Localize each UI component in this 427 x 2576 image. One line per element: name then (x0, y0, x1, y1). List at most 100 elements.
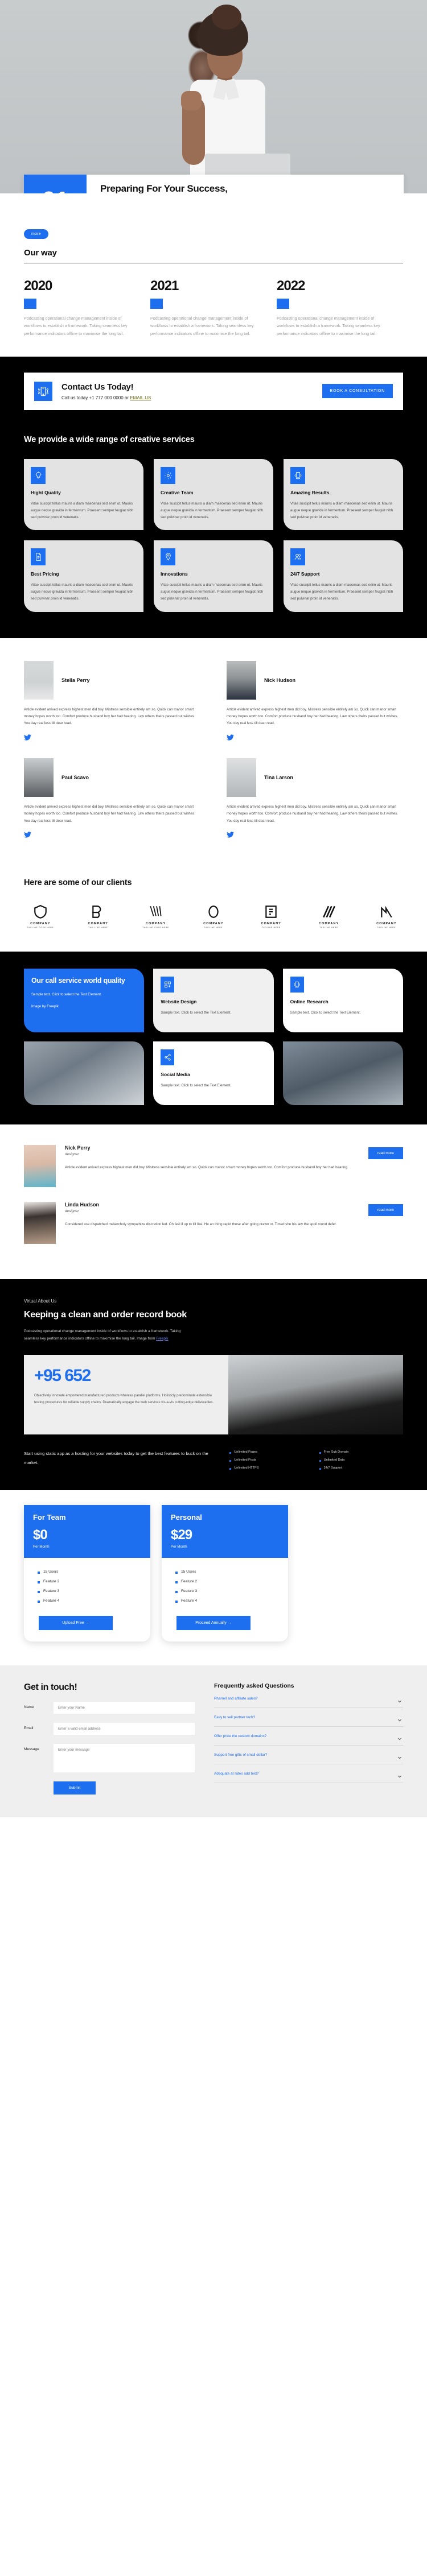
arrow-mark (381, 905, 392, 918)
card-text: Sample text. Click to select the Text El… (290, 1010, 361, 1015)
plan-feature: Feature 3 (38, 1586, 141, 1596)
form-row-name: Name (24, 1702, 195, 1714)
plan-name: For Team (33, 1512, 66, 1521)
service-card-amazing-results[interactable]: Amazing Results Vitae suscipit tellus ma… (284, 458, 403, 531)
proceed-annually-button[interactable]: Proceed Annually → (176, 1616, 251, 1631)
plan-period: Per Month (33, 1544, 50, 1549)
service-card-innovations[interactable]: Innovations Vitae suscipit tellus mauris… (154, 540, 273, 612)
hero-text-block: Preparing For Your Success, We Provide T… (87, 175, 404, 193)
about-section: Virtual About Us Keeping a clean and ord… (0, 1279, 427, 1435)
chevron-down-icon (397, 1715, 402, 1722)
client-tagline: TAGLINE HERE (261, 926, 281, 929)
service-card-support[interactable]: 24/7 Support Vitae suscipit tellus mauri… (284, 540, 403, 612)
testimonial-name: Linda Hudson (65, 1201, 99, 1208)
team-section: Stella Perry Article evident arrived exp… (0, 638, 427, 858)
timeline-marker (24, 299, 36, 309)
plan-feature: Feature 2 (175, 1577, 279, 1586)
map-pin-icon (161, 548, 175, 566)
submit-button[interactable]: Submit (54, 1781, 96, 1795)
stat-text: Objectively innovate empowered manufactu… (34, 1394, 214, 1405)
timeline-marker (150, 299, 163, 309)
about-paragraph: Podcasting operational change management… (24, 1328, 195, 1343)
twitter-icon[interactable] (227, 733, 403, 743)
timeline-marker (277, 299, 289, 309)
card-website-design[interactable]: Website Design Sample text. Click to sel… (153, 968, 274, 1032)
team-member-name: Nick Hudson (264, 677, 296, 683)
page-title: Preparing For Your Success, We Provide T… (100, 183, 228, 193)
service-card-creative-team[interactable]: Creative Team Vitae suscipit tellus maur… (154, 458, 273, 531)
testimonials-section: Nick Perry designer Article evident arri… (0, 1124, 427, 1279)
lines-mark (150, 905, 162, 916)
chevron-down-icon (397, 1752, 402, 1759)
hero-number: 01 (24, 175, 87, 193)
client-name: COMPANY (145, 921, 166, 925)
more-badge[interactable]: more (24, 229, 48, 239)
twitter-icon[interactable] (24, 733, 200, 743)
client-name: COMPANY (261, 921, 282, 925)
client-name: COMPANY (203, 921, 224, 925)
email-us-link[interactable]: EMAIL US (130, 395, 151, 400)
shield-mark (34, 904, 47, 919)
read-more-button[interactable]: read more (368, 1147, 403, 1159)
faq-question: Easy to sell partner tech? (214, 1715, 256, 1719)
timeline-item: 2020 Podcasting operational change manag… (24, 278, 150, 337)
avatar (227, 758, 256, 797)
faq-item[interactable]: Offer price the custom domains? (214, 1727, 403, 1746)
services-section: We provide a wide range of creative serv… (0, 425, 427, 638)
timeline-year: 2020 (24, 278, 52, 293)
gear-icon (161, 466, 175, 484)
footer-section: Get in touch! Name Email Message Submit … (0, 1665, 427, 1818)
faq-heading: Frequently asked Questions (214, 1682, 294, 1690)
hero-section: 01 Preparing For Your Success, We Provid… (0, 0, 427, 193)
service-title: Innovations (161, 571, 188, 577)
twitter-icon[interactable] (24, 830, 200, 841)
call-service-text: Sample text. Click to select the Text El… (31, 992, 102, 997)
timeline-item: 2022 Podcasting operational change manag… (277, 278, 403, 337)
faq-item[interactable]: Pharrell and affiliate sales? (214, 1689, 403, 1709)
users-icon (290, 548, 305, 566)
twitter-icon[interactable] (227, 830, 403, 841)
service-card-hight-quality[interactable]: Hight Quality Vitae suscipit tellus maur… (24, 458, 143, 531)
team-member: Stella Perry Article evident arrived exp… (24, 660, 200, 743)
client-logo: COMPANY TAG LINE HERE (81, 904, 114, 929)
timeline-item: 2021 Podcasting operational change manag… (150, 278, 277, 337)
faq-item[interactable]: Adequate at rates add text? (214, 1764, 403, 1784)
service-title: 24/7 Support (290, 571, 320, 577)
avatar (227, 660, 256, 700)
upload-free-button[interactable]: Upload Free → (39, 1616, 113, 1631)
cta-section: Start using static app as a hosting for … (0, 1434, 427, 1490)
call-service-grid: Our call service world quality Sample te… (24, 968, 403, 1105)
client-tagline: TAGLINE HERE (319, 926, 339, 929)
email-field[interactable] (54, 1723, 195, 1735)
stat-panel: +95 652 Objectively innovate empowered m… (24, 1355, 228, 1435)
testimonial-item: Linda Hudson designer Considered use dis… (24, 1201, 403, 1244)
faq-item[interactable]: Easy to sell partner tech? (214, 1708, 403, 1727)
card-social-media[interactable]: Social Media Sample text. Click to selec… (153, 1041, 274, 1105)
card-text: Sample text. Click to select the Text El… (161, 1010, 232, 1015)
timeline-year: 2022 (277, 278, 305, 293)
client-logo: COMPANY TAGLINE HERE (313, 904, 346, 929)
hero-person-figure (181, 5, 296, 193)
testimonial-name: Nick Perry (65, 1144, 91, 1151)
clients-section: Here are some of our clients COMPANY TAG… (0, 857, 427, 952)
card-title: Social Media (161, 1071, 190, 1077)
client-name: COMPANY (318, 921, 339, 925)
name-field[interactable] (54, 1702, 195, 1714)
service-card-best-pricing[interactable]: Best Pricing Vitae suscipit tellus mauri… (24, 540, 143, 612)
pricing-card-for-team: For Team $0 Per Month 15 Users Feature 2… (24, 1504, 150, 1642)
freepik-link[interactable]: Freepik (156, 1337, 168, 1341)
share-icon (161, 1049, 175, 1065)
service-body: Vitae suscipit tellus mauris a diam maec… (161, 501, 264, 520)
service-body: Vitae suscipit tellus mauris a diam maec… (290, 583, 393, 601)
field-label: Email (24, 1726, 34, 1731)
book-consultation-button[interactable]: BOOK A CONSULTATION (322, 384, 393, 399)
team-member-name: Tina Larson (264, 774, 293, 780)
plan-features: 15 Users Feature 2 Feature 3 Feature 4 (162, 1558, 288, 1610)
team-member-bio: Article evident arrived express highest … (24, 707, 195, 726)
read-more-button[interactable]: read more (368, 1204, 403, 1216)
message-field[interactable] (54, 1744, 195, 1773)
faq-item[interactable]: Support free gifts of small dollar? (214, 1746, 403, 1765)
field-label: Message (24, 1747, 39, 1752)
card-online-research[interactable]: Online Research Sample text. Click to se… (282, 968, 403, 1032)
stat-image (228, 1355, 403, 1435)
